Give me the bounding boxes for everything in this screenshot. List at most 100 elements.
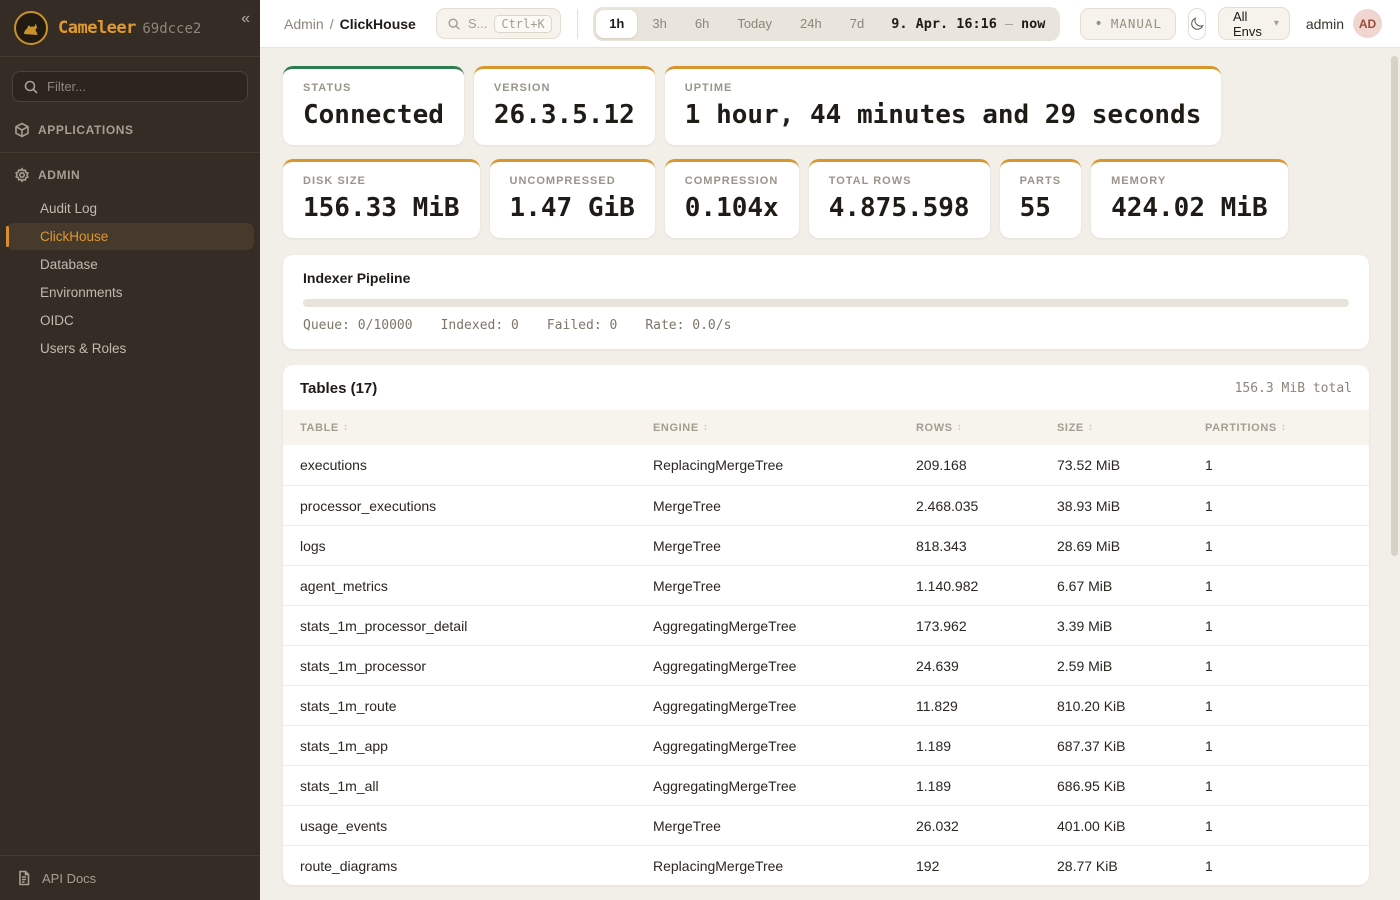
sidebar-item-label: Users & Roles [40, 341, 126, 356]
table-column-header[interactable]: SIZE ↕ [1057, 422, 1205, 434]
column-label: SIZE [1057, 422, 1084, 434]
metric-card: UNCOMPRESSED 1.47 GiB [490, 159, 655, 238]
breadcrumb-page: ClickHouse [340, 16, 416, 32]
time-to: now [1021, 16, 1045, 32]
cell-rows: 2.468.035 [916, 498, 1057, 514]
filter-input[interactable] [47, 79, 237, 94]
sidebar-item[interactable]: OIDC [6, 307, 254, 334]
env-selected-value: All Envs [1233, 9, 1274, 39]
cell-engine: AggregatingMergeTree [653, 778, 916, 794]
card-value: Connected [303, 100, 444, 130]
theme-toggle-button[interactable] [1188, 8, 1206, 40]
card-value: 156.33 MiB [303, 193, 460, 223]
cell-engine: ReplacingMergeTree [653, 457, 916, 473]
metric-cards-row: DISK SIZE 156.33 MiB UNCOMPRESSED 1.47 G… [283, 159, 1369, 238]
cell-rows: 192 [916, 858, 1057, 874]
search-shortcut-badge: Ctrl+K [494, 15, 551, 33]
sidebar-item[interactable]: ClickHouse [6, 223, 254, 250]
table-row[interactable]: stats_1m_route AggregatingMergeTree 11.8… [283, 685, 1369, 725]
topbar: Admin / ClickHouse S... Ctrl+K 1h 3h 6h [260, 0, 1400, 48]
sidebar-item-label: ClickHouse [40, 229, 108, 244]
sort-icon: ↕ [1281, 422, 1287, 433]
cell-rows: 11.829 [916, 698, 1057, 714]
sidebar-item[interactable]: Database [6, 251, 254, 278]
sidebar-item[interactable]: Audit Log [6, 195, 254, 222]
card-label: STATUS [303, 82, 444, 94]
sort-icon: ↕ [957, 422, 963, 433]
cell-engine: MergeTree [653, 538, 916, 554]
chevron-down-icon: ▾ [1274, 18, 1279, 29]
cell-rows: 24.639 [916, 658, 1057, 674]
page-content: STATUS Connected VERSION 26.3.5.12 UPTIM… [260, 48, 1400, 900]
sidebar-admin-items: Audit Log ClickHouse Database Environmen… [0, 193, 260, 364]
cell-rows: 173.962 [916, 618, 1057, 634]
card-label: UNCOMPRESSED [510, 175, 635, 187]
sidebar-section-label: APPLICATIONS [38, 123, 134, 137]
table-column-header[interactable]: PARTITIONS ↕ [1205, 422, 1352, 434]
cell-table-name: stats_1m_processor_detail [300, 618, 653, 634]
topbar-divider [577, 9, 578, 39]
sidebar-api-docs[interactable]: API Docs [0, 855, 260, 900]
metric-card: TOTAL ROWS 4.875.598 [809, 159, 990, 238]
api-docs-label: API Docs [42, 871, 96, 886]
search-icon [23, 79, 39, 95]
card-value: 1.47 GiB [510, 193, 635, 223]
time-range-option[interactable]: 3h [639, 10, 679, 38]
sidebar-section-admin[interactable]: ADMIN [0, 157, 260, 193]
moon-icon [1189, 16, 1205, 32]
table-row[interactable]: stats_1m_processor_detail AggregatingMer… [283, 605, 1369, 645]
vertical-scrollbar[interactable] [1391, 56, 1398, 556]
package-icon [14, 122, 30, 138]
table-row[interactable]: stats_1m_processor AggregatingMergeTree … [283, 645, 1369, 685]
table-column-header[interactable]: ROWS ↕ [916, 422, 1057, 434]
table-row[interactable]: executions ReplacingMergeTree 209.168 73… [283, 445, 1369, 485]
cell-partitions: 1 [1205, 698, 1352, 714]
breadcrumb-section[interactable]: Admin [284, 16, 324, 32]
table-row[interactable]: route_diagrams ReplacingMergeTree 192 28… [283, 845, 1369, 885]
metric-card: DISK SIZE 156.33 MiB [283, 159, 480, 238]
table-column-header[interactable]: TABLE ↕ [300, 422, 653, 434]
card-label: DISK SIZE [303, 175, 460, 187]
avatar[interactable]: AD [1353, 9, 1382, 38]
table-row[interactable]: stats_1m_app AggregatingMergeTree 1.189 … [283, 725, 1369, 765]
app-root: Cameleer 69dcce2 « APPLICATIONS [0, 0, 1400, 900]
sidebar-collapse-icon[interactable]: « [241, 10, 250, 28]
table-row[interactable]: processor_executions MergeTree 2.468.035… [283, 485, 1369, 525]
table-header-row: TABLE ↕ ENGINE ↕ ROWS ↕ [283, 410, 1369, 445]
time-range-option[interactable]: 6h [682, 10, 722, 38]
table-row[interactable]: usage_events MergeTree 26.032 401.00 KiB… [283, 805, 1369, 845]
sidebar-item-label: Database [40, 257, 98, 272]
global-search-button[interactable]: S... Ctrl+K [436, 8, 561, 39]
time-range-option[interactable]: 1h [596, 10, 637, 38]
indexer-stat: Failed: 0 [547, 318, 617, 333]
time-range-option[interactable]: 24h [787, 10, 835, 38]
table-row[interactable]: agent_metrics MergeTree 1.140.982 6.67 M… [283, 565, 1369, 605]
sidebar-filter[interactable] [12, 71, 248, 102]
indexer-stat: Indexed: 0 [441, 318, 519, 333]
cell-rows: 818.343 [916, 538, 1057, 554]
sidebar-item[interactable]: Users & Roles [6, 335, 254, 362]
sidebar-item-label: OIDC [40, 313, 74, 328]
tables-title: Tables (17) [300, 380, 377, 397]
sidebar-item[interactable]: Environments [6, 279, 254, 306]
table-row[interactable]: stats_1m_all AggregatingMergeTree 1.189 … [283, 765, 1369, 805]
cell-engine: AggregatingMergeTree [653, 738, 916, 754]
time-range-option[interactable]: Today [724, 10, 785, 38]
refresh-mode-button[interactable]: • MANUAL [1080, 8, 1176, 40]
table-row[interactable]: logs MergeTree 818.343 28.69 MiB 1 [283, 525, 1369, 565]
table-column-header[interactable]: ENGINE ↕ [653, 422, 916, 434]
cell-rows: 209.168 [916, 457, 1057, 473]
cell-partitions: 1 [1205, 578, 1352, 594]
sidebar-section-applications[interactable]: APPLICATIONS [0, 112, 260, 148]
cell-size: 687.37 KiB [1057, 738, 1205, 754]
cell-size: 28.69 MiB [1057, 538, 1205, 554]
cell-table-name: processor_executions [300, 498, 653, 514]
cell-partitions: 1 [1205, 658, 1352, 674]
env-select[interactable]: All Envs ▾ [1218, 7, 1290, 40]
cell-size: 28.77 KiB [1057, 858, 1205, 874]
indexer-stat: Queue: 0/10000 [303, 318, 413, 333]
time-range-option[interactable]: 7d [837, 10, 877, 38]
search-icon [447, 17, 461, 31]
gear-icon [14, 167, 30, 183]
time-range-display[interactable]: 9. Apr. 16:16 – now [879, 16, 1057, 32]
